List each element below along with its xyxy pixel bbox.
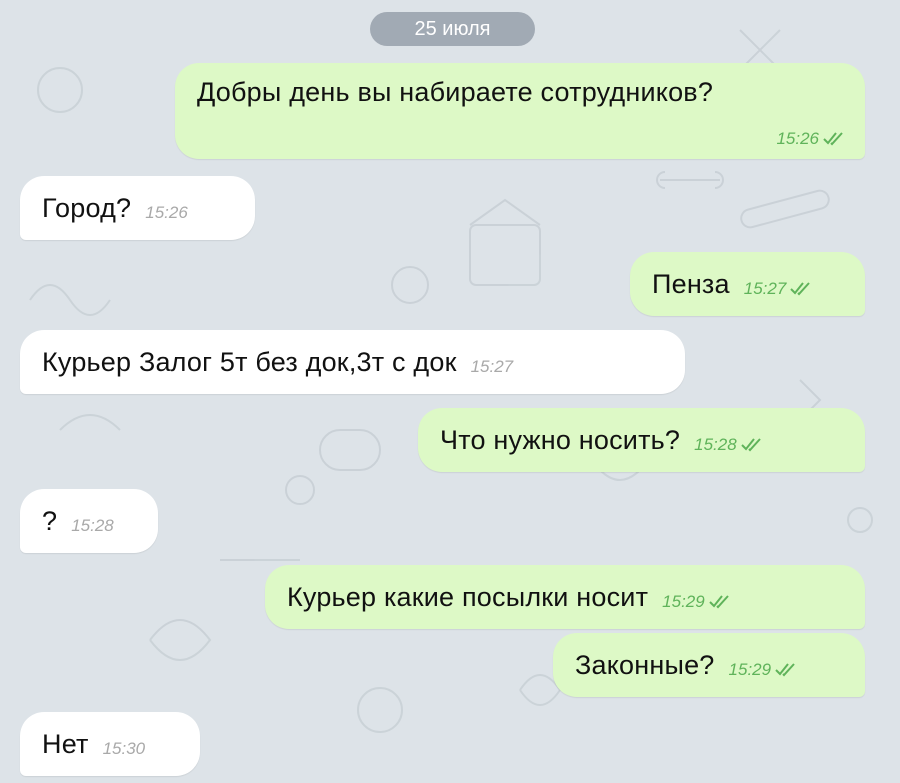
message-incoming[interactable]: ? 15:28 (20, 489, 158, 553)
message-incoming[interactable]: Нет 15:30 (20, 712, 200, 776)
message-text: Что нужно носить? (440, 424, 681, 455)
message-text: Законные? (575, 649, 715, 680)
message-text: Добры день вы набираете сотрудников? (197, 77, 714, 107)
message-time: 15:28 (71, 516, 114, 535)
message-incoming[interactable]: Курьер Залог 5т без док,3т с док 15:27 (20, 330, 685, 394)
message-time: 15:28 (694, 435, 737, 454)
message-outgoing[interactable]: Законные? 15:29 (553, 633, 865, 697)
double-check-icon (775, 663, 797, 677)
message-incoming[interactable]: Город? 15:26 (20, 176, 255, 240)
double-check-icon (708, 595, 731, 609)
message-text: Нет (42, 728, 89, 759)
message-text: ? (42, 505, 58, 536)
message-meta: 15:29 (729, 660, 798, 680)
message-meta: 15:26 (776, 129, 845, 149)
message-text: Курьер Залог 5т без док,3т с док (42, 346, 457, 377)
message-meta: 15:28 (694, 435, 763, 455)
message-text: Курьер какие посылки носит (287, 581, 649, 612)
message-text: Город? (42, 192, 132, 223)
message-meta: 15:27 (744, 279, 813, 299)
message-meta: 15:26 (145, 203, 188, 223)
message-meta: 15:29 (662, 592, 731, 612)
message-meta: 15:28 (71, 516, 114, 536)
message-time: 15:27 (470, 357, 514, 376)
message-time: 15:29 (728, 660, 772, 679)
double-check-icon (823, 132, 845, 146)
double-check-icon (790, 282, 812, 296)
message-outgoing[interactable]: Курьер какие посылки носит 15:29 (265, 565, 865, 629)
double-check-icon (740, 438, 763, 452)
message-time: 15:30 (102, 739, 146, 758)
message-time: 15:26 (776, 129, 819, 148)
chat-area[interactable]: 25 июля Добры день вы набираете сотрудни… (0, 0, 900, 783)
date-separator: 25 июля (370, 12, 535, 46)
message-outgoing[interactable]: Пенза 15:27 (630, 252, 865, 316)
message-time: 15:26 (145, 203, 188, 222)
message-outgoing[interactable]: Добры день вы набираете сотрудников? 15:… (175, 63, 865, 159)
message-outgoing[interactable]: Что нужно носить? 15:28 (418, 408, 865, 472)
message-text: Пенза (652, 268, 730, 299)
message-time: 15:29 (662, 592, 705, 611)
message-meta: 15:27 (471, 357, 514, 377)
message-time: 15:27 (743, 279, 787, 298)
message-meta: 15:30 (103, 739, 146, 759)
